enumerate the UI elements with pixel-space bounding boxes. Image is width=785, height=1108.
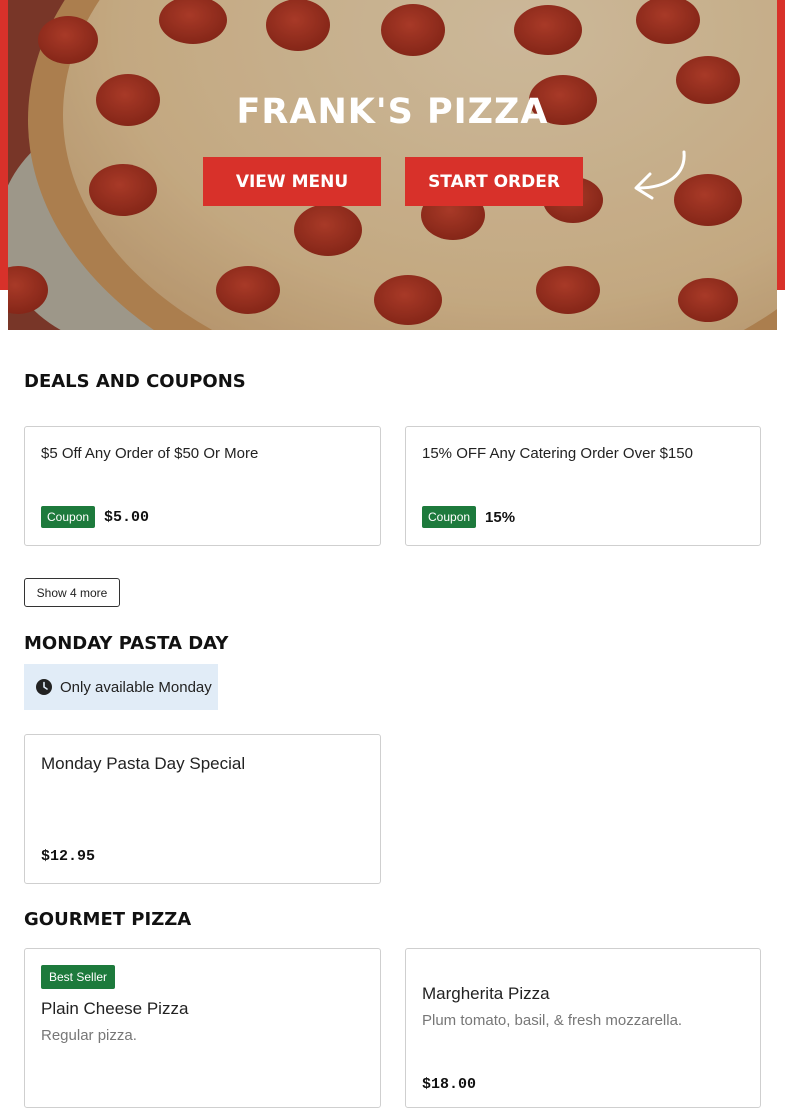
coupon-badge: Coupon bbox=[41, 506, 96, 528]
deals-heading: DEALS AND COUPONS bbox=[24, 371, 246, 392]
hero-banner: FRANK'S PIZZA VIEW MENU START ORDER bbox=[8, 0, 777, 330]
coupon-title: 15% OFF Any Catering Order Over $150 bbox=[422, 445, 693, 462]
coupon-value: 15% bbox=[485, 508, 516, 526]
coupon-card[interactable]: $5 Off Any Order of $50 Or More Coupon $… bbox=[24, 426, 381, 546]
item-description: Regular pizza. bbox=[41, 1027, 137, 1044]
show-more-button[interactable]: Show 4 more bbox=[24, 578, 120, 607]
curved-arrow-icon bbox=[634, 150, 686, 200]
availability-text: Only available Monday bbox=[60, 678, 212, 696]
coupon-info: Coupon $5.00 bbox=[41, 506, 149, 528]
item-price: $12.95 bbox=[41, 848, 96, 865]
item-title: Margherita Pizza bbox=[422, 984, 550, 1003]
start-order-button[interactable]: START ORDER bbox=[405, 157, 583, 206]
gourmet-heading: GOURMET PIZZA bbox=[24, 909, 192, 930]
menu-item-card[interactable]: Margherita Pizza Plum tomato, basil, & f… bbox=[405, 948, 761, 1108]
coupon-title: $5 Off Any Order of $50 Or More bbox=[41, 445, 259, 462]
hero-title: FRANK'S PIZZA bbox=[236, 92, 549, 132]
menu-item-card[interactable]: Best Seller Plain Cheese Pizza Regular p… bbox=[24, 948, 381, 1108]
coupon-card[interactable]: 15% OFF Any Catering Order Over $150 Cou… bbox=[405, 426, 761, 546]
item-title: Plain Cheese Pizza bbox=[41, 999, 189, 1018]
item-price: $18.00 bbox=[422, 1076, 477, 1093]
menu-item-card[interactable]: Monday Pasta Day Special $12.95 bbox=[24, 734, 381, 884]
coupon-badge: Coupon bbox=[422, 506, 477, 528]
clock-icon bbox=[36, 679, 52, 695]
view-menu-button[interactable]: VIEW MENU bbox=[203, 157, 381, 206]
availability-notice: Only available Monday bbox=[24, 664, 218, 710]
coupon-info: Coupon 15% bbox=[422, 506, 515, 528]
coupon-value: $5.00 bbox=[104, 508, 150, 526]
item-title: Monday Pasta Day Special bbox=[41, 754, 246, 773]
best-seller-badge: Best Seller bbox=[41, 965, 116, 989]
item-description: Plum tomato, basil, & fresh mozzarella. bbox=[422, 1012, 683, 1029]
pasta-heading: MONDAY PASTA DAY bbox=[24, 633, 229, 654]
